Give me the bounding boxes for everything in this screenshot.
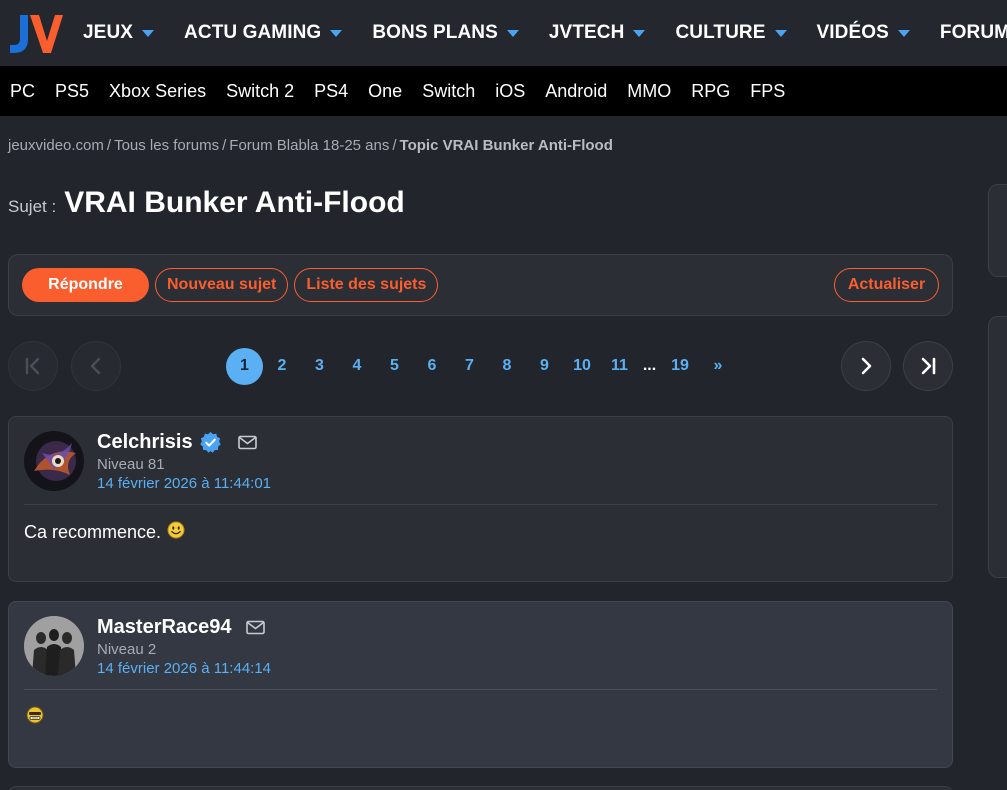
nav-culture[interactable]: CULTURE [675,0,787,66]
page-link-10[interactable]: 10 [564,348,601,385]
nav-jvtech[interactable]: JVTECH [549,0,646,66]
post-body: Ca recommence. [24,521,185,543]
nav-videos[interactable]: VIDÉOS [817,0,910,66]
avatar[interactable] [24,616,84,676]
chevron-down-icon [774,29,787,37]
page-ellipsis: ... [642,357,657,374]
nav-actu-gaming[interactable]: ACTU GAMING [184,0,343,66]
next-page-button[interactable] [841,341,891,391]
post-divider [24,689,937,690]
forum-post: Celchrisis Niveau 81 14 février 2026 à 1… [8,416,953,582]
subnav-ps5[interactable]: PS5 [55,81,89,102]
breadcrumb: jeuxvideo.com / Tous les forums / Forum Blab… [8,137,613,154]
page-link-7[interactable]: 7 [451,348,488,385]
chevron-down-icon [633,29,646,37]
breadcrumb-current: Topic VRAI Bunker Anti-Flood [399,137,613,154]
chevron-down-icon [330,29,343,37]
post-text: Ca recommence. [24,522,162,542]
subnav-xbox-series[interactable]: Xbox Series [109,81,206,102]
breadcrumb-forum[interactable]: Forum Blabla 18-25 ans [229,137,389,154]
nav-label: VIDÉOS [816,22,889,43]
post-author-row: Celchrisis [97,431,257,454]
subnav-ios[interactable]: iOS [495,81,525,102]
page-link-6[interactable]: 6 [414,348,451,385]
jv-logo[interactable] [8,11,63,55]
chevron-down-icon [142,29,155,37]
post-author-level: Niveau 2 [97,641,157,658]
platform-navigation: PC PS5 Xbox Series Switch 2 PS4 One Swit… [0,66,1007,116]
nav-bons-plans[interactable]: BONS PLANS [372,0,519,66]
last-page-icon [921,357,936,375]
topic-title-row: Sujet : VRAI Bunker Anti-Flood [8,186,405,220]
page-link-5[interactable]: 5 [376,348,413,385]
reply-button[interactable]: Répondre [22,268,149,302]
refresh-button[interactable]: Actualiser [834,268,939,302]
breadcrumb-separator: / [392,137,397,154]
post-divider [24,504,937,505]
breadcrumb-separator: / [222,137,227,154]
post-author-level: Niveau 81 [97,456,165,473]
nav-label: CULTURE [675,22,766,43]
subnav-mmo[interactable]: MMO [627,81,671,102]
forum-post-partial [8,786,953,790]
last-page-button[interactable] [903,341,953,391]
breadcrumb-all-forums[interactable]: Tous les forums [114,137,219,154]
chevron-down-icon [897,29,910,37]
nav-label: ACTU GAMING [184,22,322,43]
breadcrumb-separator: / [106,137,112,154]
page-link-1[interactable]: 1 [226,347,263,385]
sidebar-card [988,184,1007,277]
forum-post: MasterRace94 Niveau 2 14 février 2026 à … [8,601,953,768]
topic-list-button[interactable]: Liste des sujets [294,268,439,302]
page-link-11[interactable]: 11 [601,348,638,385]
topic-action-bar: Répondre Nouveau sujet Liste des sujets … [8,254,953,316]
post-author[interactable]: MasterRace94 [97,616,232,639]
subnav-one[interactable]: One [368,81,402,102]
nav-label: BONS PLANS [372,22,498,43]
page-title: VRAI Bunker Anti-Flood [64,186,405,219]
page-link-3[interactable]: 3 [301,348,338,385]
nav-label: JVTECH [548,22,625,43]
page-link-8[interactable]: 8 [489,348,526,385]
hap-emoji-icon [26,706,44,724]
post-author-row: MasterRace94 [97,616,265,639]
subnav-pc[interactable]: PC [10,81,35,102]
sidebar-card [988,316,1007,578]
nav-label: FORUMS [939,22,1007,43]
previous-page-button[interactable] [71,341,121,391]
previous-page-icon [90,357,101,375]
post-body [24,706,44,725]
nav-label: JEUX [83,22,134,43]
page-link-4[interactable]: 4 [339,348,376,385]
avatar[interactable] [24,431,84,491]
first-page-icon [25,357,40,375]
page-link-2[interactable]: 2 [264,348,301,385]
nav-forums[interactable]: FORUMS [940,0,1007,66]
post-date[interactable]: 14 février 2026 à 11:44:14 [97,660,271,677]
subnav-switch-2[interactable]: Switch 2 [226,81,294,102]
smile-emoji-icon [167,521,185,539]
new-topic-button[interactable]: Nouveau sujet [155,268,289,302]
subnav-android[interactable]: Android [545,81,607,102]
mail-icon[interactable] [245,620,265,635]
breadcrumb-home[interactable]: jeuxvideo.com [8,137,104,154]
subnav-ps4[interactable]: PS4 [314,81,348,102]
verified-badge-icon [199,431,222,454]
topic-prefix: Sujet : [8,197,57,216]
page-link-9[interactable]: 9 [526,348,563,385]
page-link-last[interactable]: 19 [661,348,699,385]
subnav-switch[interactable]: Switch [422,81,475,102]
first-page-button[interactable] [8,341,58,391]
nav-jeux[interactable]: JEUX [83,0,155,66]
top-navigation: JEUX ACTU GAMING BONS PLANS JVTECH CULTU… [0,0,1007,66]
page-next-link[interactable]: » [700,348,737,385]
subnav-fps[interactable]: FPS [750,81,785,102]
subnav-rpg[interactable]: RPG [691,81,730,102]
chevron-down-icon [506,29,519,37]
post-author[interactable]: Celchrisis [97,431,193,454]
pagination: 1 2 3 4 5 6 7 8 9 10 11 ... 19 » [226,347,737,385]
next-page-icon [861,357,872,375]
post-date[interactable]: 14 février 2026 à 11:44:01 [97,475,271,492]
mail-icon[interactable] [237,435,257,450]
